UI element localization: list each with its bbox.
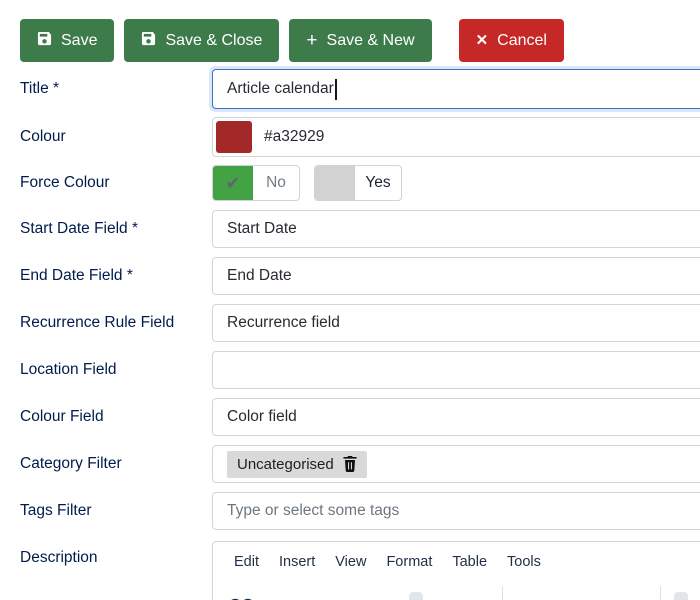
colour-field-row-2: Colour Field: [20, 398, 700, 436]
rich-text-editor[interactable]: Edit Insert View Format Table Tools: [212, 541, 700, 600]
cancel-button[interactable]: ✕ Cancel: [459, 19, 564, 62]
save-close-button[interactable]: Save & Close: [124, 19, 279, 62]
editor-toolbar-separator: [660, 586, 661, 600]
description-label: Description: [20, 541, 212, 567]
category-filter-row: Category Filter Uncategorised: [20, 445, 700, 483]
title-input-value: Article calendar: [227, 80, 334, 98]
close-icon: ✕: [476, 33, 489, 48]
editor-toolbar-icon[interactable]: [228, 592, 255, 600]
save-button-label: Save: [61, 32, 97, 50]
text-caret: [335, 79, 337, 100]
title-field-row: Title * Article calendar: [20, 69, 700, 109]
save-new-button-label: Save & New: [327, 32, 415, 50]
force-colour-label: Force Colour: [20, 174, 212, 192]
save-new-button[interactable]: + Save & New: [289, 19, 431, 62]
location-field-input[interactable]: [212, 351, 700, 389]
end-date-field-label: End Date Field *: [20, 267, 212, 285]
editor-menu-format[interactable]: Format: [379, 552, 439, 572]
colour-field-label: Colour Field: [20, 408, 212, 426]
force-colour-no-label: No: [253, 166, 299, 200]
save-button[interactable]: Save: [20, 19, 114, 62]
editor-menu-edit[interactable]: Edit: [227, 552, 266, 572]
save-icon: [37, 31, 52, 51]
force-colour-option-yes[interactable]: Yes: [314, 165, 402, 201]
toggle-box: [315, 166, 355, 200]
recurrence-rule-field-label: Recurrence Rule Field: [20, 314, 212, 332]
start-date-field-input[interactable]: [212, 210, 700, 248]
start-date-field-label: Start Date Field *: [20, 220, 212, 238]
category-chip[interactable]: Uncategorised: [227, 451, 367, 478]
colour-swatch[interactable]: [216, 121, 252, 153]
recurrence-rule-field-input[interactable]: [212, 304, 700, 342]
force-colour-switcher: ✔ No Yes: [212, 165, 700, 201]
plus-icon: +: [306, 31, 317, 50]
tags-filter-row: Tags Filter: [20, 492, 700, 530]
category-filter-input[interactable]: Uncategorised: [212, 445, 700, 483]
action-toolbar: Save Save & Close + Save & New ✕ Cancel: [0, 0, 700, 62]
title-label: Title *: [20, 80, 212, 98]
save-icon: [141, 31, 156, 51]
colour-input[interactable]: #a32929: [212, 117, 700, 157]
edit-form: Title * Article calendar Colour #a32929 …: [0, 69, 700, 600]
check-icon: ✔: [213, 166, 253, 200]
title-input[interactable]: Article calendar: [212, 69, 700, 109]
editor-toolbar-dropdown[interactable]: [674, 592, 688, 600]
trash-icon[interactable]: [343, 456, 357, 472]
force-colour-option-no[interactable]: ✔ No: [212, 165, 300, 201]
location-field-row: Location Field: [20, 351, 700, 389]
tags-filter-input[interactable]: [212, 492, 700, 530]
save-close-button-label: Save & Close: [165, 32, 262, 50]
end-date-field-row: End Date Field *: [20, 257, 700, 295]
force-colour-row: Force Colour ✔ No Yes: [20, 165, 700, 201]
description-row: Description Edit Insert View Format Tabl…: [20, 541, 700, 600]
start-date-field-row: Start Date Field *: [20, 210, 700, 248]
editor-menu-table[interactable]: Table: [445, 552, 494, 572]
colour-field-input[interactable]: [212, 398, 700, 436]
editor-toolbar-separator: [502, 586, 503, 600]
editor-menu-view[interactable]: View: [328, 552, 373, 572]
editor-menu-insert[interactable]: Insert: [272, 552, 322, 572]
colour-label: Colour: [20, 128, 212, 146]
force-colour-yes-label: Yes: [355, 166, 401, 200]
editor-menubar: Edit Insert View Format Table Tools: [213, 542, 700, 572]
colour-field-row: Colour #a32929: [20, 117, 700, 157]
recurrence-rule-field-row: Recurrence Rule Field: [20, 304, 700, 342]
cancel-button-label: Cancel: [497, 32, 547, 50]
category-filter-label: Category Filter: [20, 455, 212, 473]
end-date-field-input[interactable]: [212, 257, 700, 295]
colour-value: #a32929: [264, 128, 324, 146]
tags-filter-label: Tags Filter: [20, 502, 212, 520]
location-field-label: Location Field: [20, 361, 212, 379]
editor-menu-tools[interactable]: Tools: [500, 552, 548, 572]
editor-toolbar-dropdown[interactable]: [409, 592, 423, 600]
category-chip-label: Uncategorised: [237, 456, 334, 473]
